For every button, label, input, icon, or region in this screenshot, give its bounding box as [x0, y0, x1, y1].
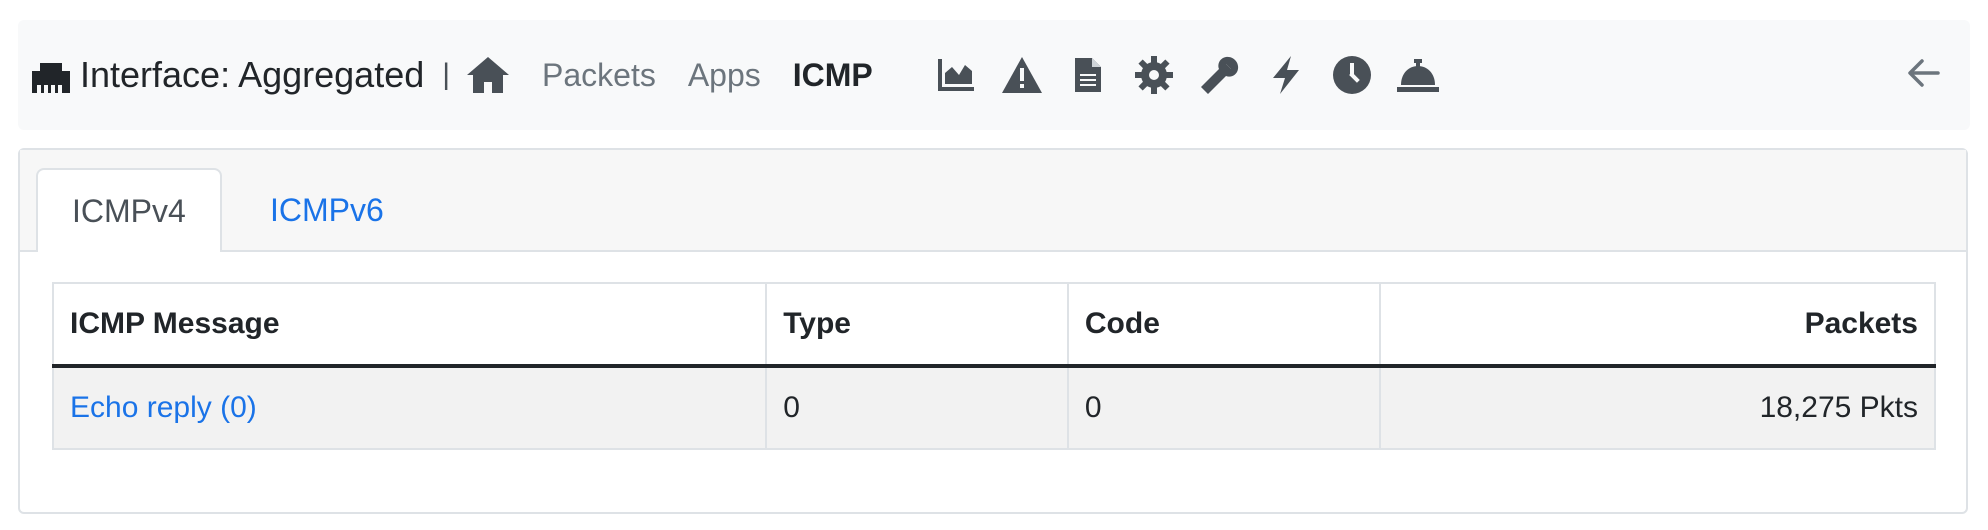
- column-header-packets[interactable]: Packets: [1378, 282, 1937, 368]
- ethernet-icon: [32, 60, 70, 93]
- interface-title-text: Interface: Aggregated: [80, 54, 425, 95]
- title-separator: |: [442, 58, 451, 91]
- icmp-message-cell: Echo reply (0): [51, 365, 768, 450]
- table-row: Echo reply (0) 0 0 18,275 Pkts: [51, 365, 1937, 450]
- tab-icmpv6[interactable]: ICMPv6: [236, 168, 418, 252]
- toolbar-icons: [923, 20, 1451, 130]
- column-header-icmp-message[interactable]: ICMP Message: [51, 282, 768, 368]
- icmp-message-link[interactable]: Echo reply (0): [70, 391, 257, 424]
- tab-icmpv4[interactable]: ICMPv4: [36, 168, 222, 252]
- nav-packets[interactable]: Packets: [542, 20, 656, 130]
- bolt-icon[interactable]: [1253, 20, 1319, 130]
- packets-cell: 18,275 Pkts: [1378, 365, 1937, 450]
- icmp-card: ICMPv4 ICMPv6 ICMP Message Type Code Pac…: [18, 148, 1968, 514]
- warning-icon[interactable]: [989, 20, 1055, 130]
- tab-bar: ICMPv4 ICMPv6: [20, 150, 1966, 252]
- interface-title: Interface: Aggregated |: [32, 20, 450, 130]
- gear-icon[interactable]: [1121, 20, 1187, 130]
- top-navbar: Interface: Aggregated | Packets Apps ICM…: [18, 20, 1970, 130]
- type-cell: 0: [765, 365, 1069, 450]
- table-header-row: ICMP Message Type Code Packets: [51, 282, 1937, 368]
- nav-apps[interactable]: Apps: [688, 20, 761, 130]
- code-cell: 0: [1066, 365, 1381, 450]
- nav-icmp[interactable]: ICMP: [793, 20, 873, 130]
- chart-area-icon[interactable]: [923, 20, 989, 130]
- arrow-left-icon[interactable]: [1908, 58, 1940, 92]
- clock-icon[interactable]: [1319, 20, 1385, 130]
- wrench-icon[interactable]: [1187, 20, 1253, 130]
- home-icon[interactable]: [458, 20, 518, 130]
- icmp-table: ICMP Message Type Code Packets Echo repl…: [51, 282, 1937, 450]
- document-icon[interactable]: [1055, 20, 1121, 130]
- interface-nav: Packets Apps ICMP: [458, 20, 889, 130]
- column-header-type[interactable]: Type: [765, 282, 1069, 368]
- bell-concierge-icon[interactable]: [1385, 20, 1451, 130]
- back-button[interactable]: [1908, 20, 1940, 130]
- column-header-code[interactable]: Code: [1066, 282, 1381, 368]
